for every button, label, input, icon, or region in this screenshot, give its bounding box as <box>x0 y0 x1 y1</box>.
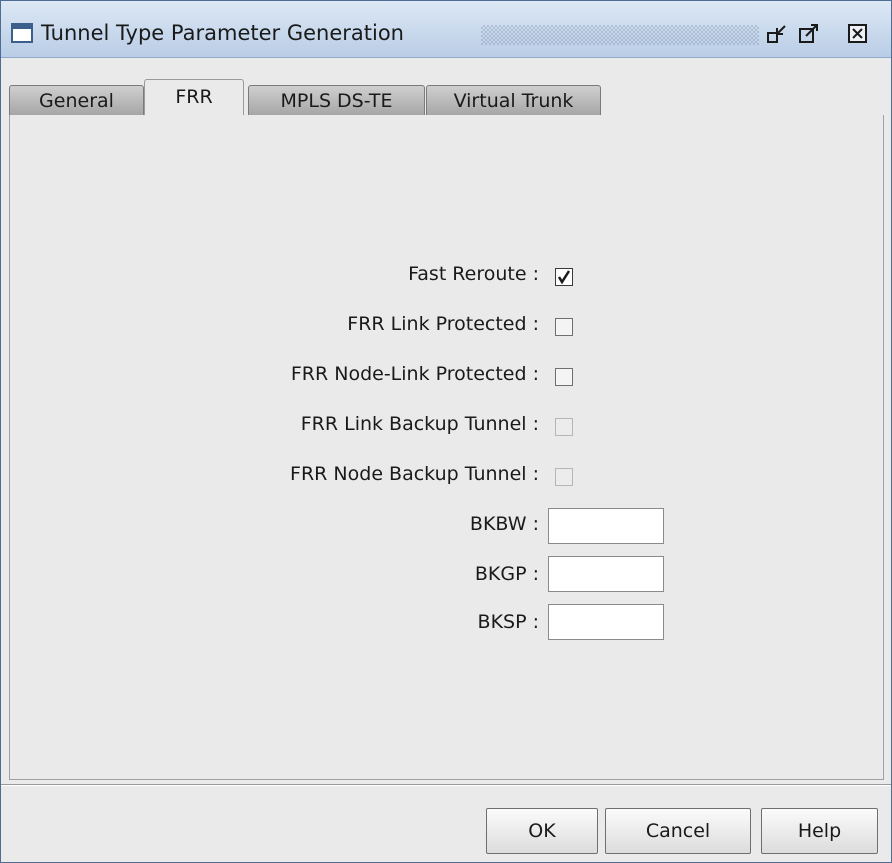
frr-link-backup-tunnel-label: FRR Link Backup Tunnel : <box>300 413 539 435</box>
minimize-icon[interactable] <box>766 23 788 45</box>
title-bar-texture <box>481 25 759 45</box>
tab-virtual-trunk[interactable]: Virtual Trunk <box>426 85 601 115</box>
help-button[interactable]: Help <box>761 808 878 854</box>
window-title: Tunnel Type Parameter Generation <box>41 21 404 45</box>
button-bar-divider-highlight <box>1 785 891 786</box>
tab-general[interactable]: General <box>9 85 144 115</box>
bksp-label: BKSP : <box>477 611 539 633</box>
frr-link-protected-label: FRR Link Protected : <box>347 313 539 335</box>
frr-node-link-protected-checkbox[interactable] <box>555 368 573 386</box>
bkbw-label: BKBW : <box>469 513 539 535</box>
tab-frr[interactable]: FRR <box>144 79 244 116</box>
frr-node-link-protected-label: FRR Node-Link Protected : <box>290 363 539 385</box>
ok-button[interactable]: OK <box>486 808 598 854</box>
bkgp-field[interactable] <box>548 556 664 592</box>
frr-node-backup-tunnel-label: FRR Node Backup Tunnel : <box>290 463 539 485</box>
checkmark-icon <box>557 270 571 285</box>
maximize-icon[interactable] <box>798 23 820 45</box>
bkgp-label: BKGP : <box>474 563 539 585</box>
bkbw-field[interactable] <box>548 508 664 544</box>
bksp-field[interactable] <box>548 604 664 640</box>
frr-node-backup-tunnel-checkbox[interactable] <box>555 468 573 486</box>
fast-reroute-label: Fast Reroute : <box>408 263 539 285</box>
title-bar[interactable]: Tunnel Type Parameter Generation <box>1 1 891 58</box>
cancel-button[interactable]: Cancel <box>605 808 751 854</box>
tab-strip: General FRR MPLS DS-TE Virtual Trunk <box>9 63 883 116</box>
tab-content-panel <box>9 115 884 780</box>
close-icon[interactable] <box>847 23 869 45</box>
frr-link-protected-checkbox[interactable] <box>555 318 573 336</box>
tab-mpls-ds-te[interactable]: MPLS DS-TE <box>248 85 425 115</box>
fast-reroute-checkbox[interactable] <box>555 268 573 286</box>
frr-link-backup-tunnel-checkbox[interactable] <box>555 418 573 436</box>
dialog-window: Tunnel Type Parameter Generation General… <box>0 0 892 863</box>
window-icon <box>11 23 33 43</box>
